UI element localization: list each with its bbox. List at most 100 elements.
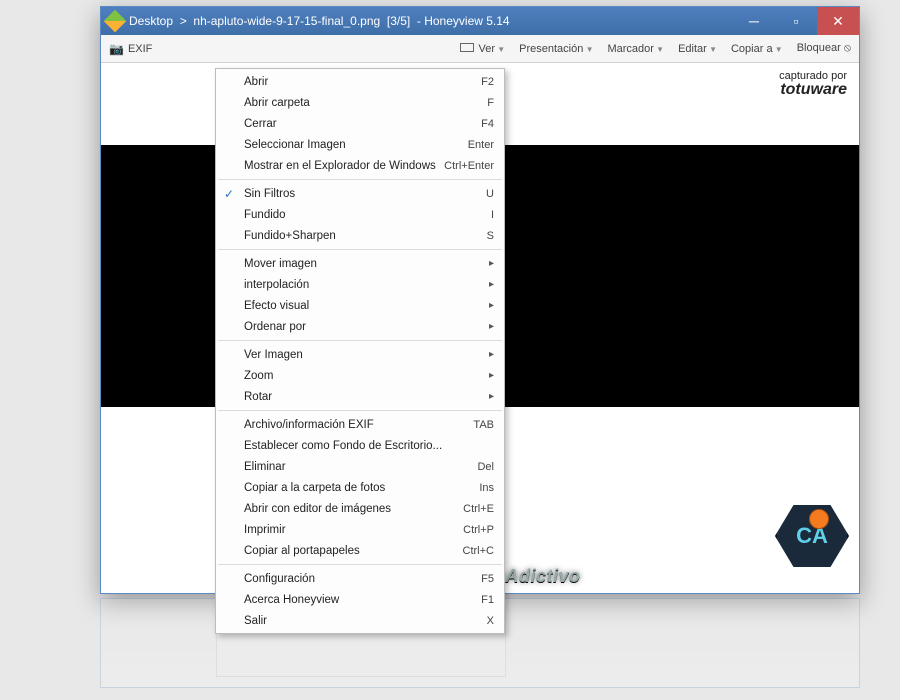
- menu-item-shortcut: F4: [473, 118, 494, 130]
- menu-item[interactable]: ImprimirCtrl+P: [216, 519, 504, 540]
- presentacion-dropdown[interactable]: Presentación: [519, 43, 593, 55]
- menu-item[interactable]: Ordenar por▸: [216, 316, 504, 337]
- menu-item[interactable]: Establecer como Fondo de Escritorio...: [216, 435, 504, 456]
- menu-item-shortcut: I: [483, 209, 494, 221]
- menu-item[interactable]: Copiar al portapapelesCtrl+C: [216, 540, 504, 561]
- menu-item-shortcut: TAB: [465, 419, 494, 431]
- menu-item-shortcut: S: [479, 230, 494, 242]
- menu-item-label: Rotar: [244, 391, 481, 403]
- menu-separator: [218, 249, 502, 250]
- menu-item[interactable]: Acerca HoneyviewF1: [216, 589, 504, 610]
- menu-item-label: Imprimir: [244, 524, 455, 536]
- watermark-line2: totuware: [779, 82, 847, 98]
- app-icon: [104, 10, 127, 33]
- menu-item[interactable]: Abrir con editor de imágenesCtrl+E: [216, 498, 504, 519]
- marcador-dropdown[interactable]: Marcador: [607, 43, 664, 55]
- bloquear-button[interactable]: Bloquear ⦸: [797, 42, 851, 55]
- menu-separator: [218, 564, 502, 565]
- copiar-dropdown[interactable]: Copiar a: [731, 43, 783, 55]
- menu-item-shortcut: F5: [473, 573, 494, 585]
- menu-item[interactable]: Copiar a la carpeta de fotosIns: [216, 477, 504, 498]
- menu-item-shortcut: Ctrl+C: [455, 545, 494, 557]
- menu-item-shortcut: Ctrl+Enter: [436, 160, 494, 172]
- menu-item-label: Abrir con editor de imágenes: [244, 503, 455, 515]
- menu-item-shortcut: Enter: [460, 139, 494, 151]
- menu-item-shortcut: U: [478, 188, 494, 200]
- menu-item-label: Acerca Honeyview: [244, 594, 473, 606]
- menu-item[interactable]: Mostrar en el Explorador de WindowsCtrl+…: [216, 155, 504, 176]
- badge-dot-icon: [809, 509, 829, 529]
- menu-item[interactable]: Efecto visual▸: [216, 295, 504, 316]
- menu-item-label: Copiar al portapapeles: [244, 545, 455, 557]
- menu-item-label: Abrir: [244, 76, 473, 88]
- chevron-right-icon: ▸: [481, 258, 494, 269]
- menu-item-shortcut: X: [479, 615, 494, 627]
- menu-item-label: Ver Imagen: [244, 349, 481, 361]
- menu-item-shortcut: F: [479, 97, 494, 109]
- watermark-top: capturado por totuware: [779, 71, 847, 98]
- menu-item[interactable]: Ver Imagen▸: [216, 344, 504, 365]
- close-button[interactable]: ✕: [817, 7, 859, 35]
- minimize-button[interactable]: ─: [733, 7, 775, 35]
- context-menu[interactable]: AbrirF2Abrir carpetaFCerrarF4Seleccionar…: [215, 68, 505, 634]
- menu-item[interactable]: Seleccionar ImagenEnter: [216, 134, 504, 155]
- menu-item-label: Configuración: [244, 573, 473, 585]
- ver-dropdown[interactable]: Ver: [460, 43, 505, 55]
- title-filename: nh-apluto-wide-9-17-15-final_0.png: [193, 14, 380, 28]
- menu-separator: [218, 340, 502, 341]
- title-path: Desktop: [129, 14, 173, 28]
- chevron-right-icon: ▸: [481, 300, 494, 311]
- chevron-right-icon: ▸: [481, 370, 494, 381]
- menu-item-label: Copiar a la carpeta de fotos: [244, 482, 471, 494]
- menu-item[interactable]: FundidoI: [216, 204, 504, 225]
- menu-item-label: Establecer como Fondo de Escritorio...: [244, 440, 494, 452]
- menu-item[interactable]: Zoom▸: [216, 365, 504, 386]
- maximize-button[interactable]: ▫: [775, 7, 817, 35]
- window-title: Desktop > nh-apluto-wide-9-17-15-final_0…: [129, 14, 733, 28]
- editar-dropdown[interactable]: Editar: [678, 43, 717, 55]
- view-rect-icon: [460, 43, 474, 52]
- menu-item-shortcut: Ctrl+E: [455, 503, 494, 515]
- titlebar[interactable]: Desktop > nh-apluto-wide-9-17-15-final_0…: [101, 7, 859, 35]
- menu-item-label: Cerrar: [244, 118, 473, 130]
- exif-button[interactable]: EXIF: [128, 43, 152, 55]
- menu-item-label: Mostrar en el Explorador de Windows: [244, 160, 436, 172]
- menu-item[interactable]: interpolación▸: [216, 274, 504, 295]
- menu-item-shortcut: F2: [473, 76, 494, 88]
- window-controls: ─ ▫ ✕: [733, 7, 859, 35]
- menu-item[interactable]: Mover imagen▸: [216, 253, 504, 274]
- menu-item[interactable]: Sin FiltrosU: [216, 183, 504, 204]
- chevron-right-icon: ▸: [481, 279, 494, 290]
- menu-item-label: Fundido: [244, 209, 483, 221]
- menu-item-label: Zoom: [244, 370, 481, 382]
- menu-item-label: Sin Filtros: [244, 188, 478, 200]
- menu-item-shortcut: Ins: [471, 482, 494, 494]
- camera-icon: 📷: [109, 42, 124, 56]
- menu-item[interactable]: Archivo/información EXIFTAB: [216, 414, 504, 435]
- menu-item-label: Efecto visual: [244, 300, 481, 312]
- menu-item[interactable]: Abrir carpetaF: [216, 92, 504, 113]
- menu-item[interactable]: Fundido+SharpenS: [216, 225, 504, 246]
- menu-item[interactable]: AbrirF2: [216, 71, 504, 92]
- menu-item-label: Ordenar por: [244, 321, 481, 333]
- menu-item-label: Eliminar: [244, 461, 469, 473]
- title-index: [3/5]: [387, 14, 410, 28]
- menu-item[interactable]: CerrarF4: [216, 113, 504, 134]
- menu-item[interactable]: EliminarDel: [216, 456, 504, 477]
- menu-item-label: Salir: [244, 615, 479, 627]
- toolbar: 📷 EXIF Ver Presentación Marcador Editar …: [101, 35, 859, 63]
- title-app: Honeyview 5.14: [424, 14, 509, 28]
- menu-item-label: Seleccionar Imagen: [244, 139, 460, 151]
- menu-item-label: Abrir carpeta: [244, 97, 479, 109]
- menu-item-shortcut: Ctrl+P: [455, 524, 494, 536]
- menu-item[interactable]: Rotar▸: [216, 386, 504, 407]
- menu-item-shortcut: F1: [473, 594, 494, 606]
- ca-badge: CA: [775, 503, 849, 569]
- menu-item[interactable]: SalirX: [216, 610, 504, 631]
- lock-icon: ⦸: [844, 42, 851, 54]
- menu-item-label: Archivo/información EXIF: [244, 419, 465, 431]
- menu-item-shortcut: Del: [469, 461, 494, 473]
- menu-separator: [218, 410, 502, 411]
- chevron-right-icon: ▸: [481, 321, 494, 332]
- menu-item[interactable]: ConfiguraciónF5: [216, 568, 504, 589]
